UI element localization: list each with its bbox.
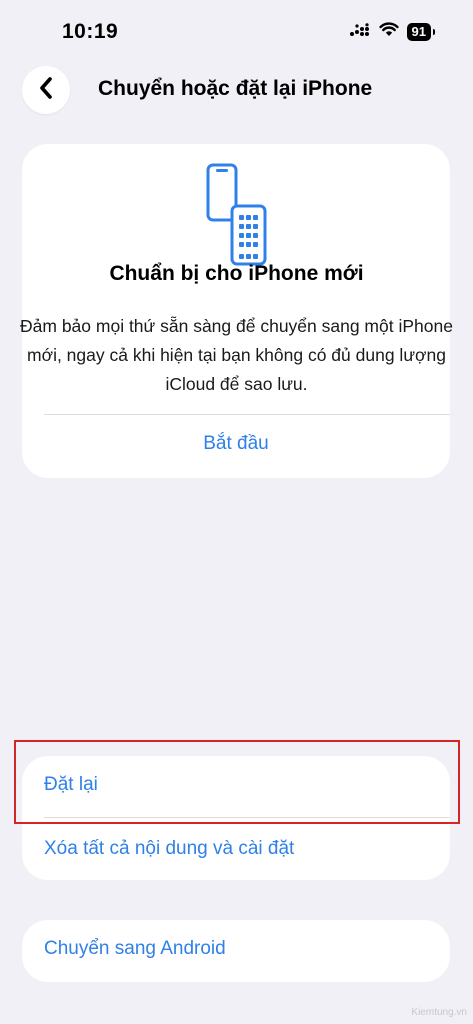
erase-all-content-item[interactable]: Xóa tất cả nội dung và cài đặt [44, 838, 294, 860]
battery-icon: 91 [406, 23, 436, 41]
card-heading: Chuẩn bị cho iPhone mới [109, 262, 364, 285]
two-phones-icon [205, 162, 269, 273]
prepare-new-iphone-card [22, 144, 450, 478]
card-description: Đảm bảo mọi thứ sẵn sàng để chuyển sang … [20, 316, 453, 394]
highlight-annotation [14, 740, 460, 824]
cellular-signal-icon [349, 22, 371, 42]
get-started-link[interactable]: Bắt đầu [22, 433, 450, 455]
page-title: Chuyển hoặc đặt lại iPhone [98, 77, 373, 100]
watermark: Kiemtung.vn [411, 1007, 467, 1018]
move-to-android-item[interactable]: Chuyển sang Android [44, 938, 226, 960]
back-button[interactable] [22, 66, 70, 114]
chevron-left-icon [37, 76, 55, 105]
status-icons: 91 [349, 22, 436, 42]
android-option-group: Chuyển sang Android [22, 920, 450, 982]
wifi-icon [378, 22, 399, 42]
status-bar: 10:19 91 [0, 0, 473, 64]
status-time: 10:19 [62, 20, 119, 43]
card-divider [44, 414, 450, 415]
